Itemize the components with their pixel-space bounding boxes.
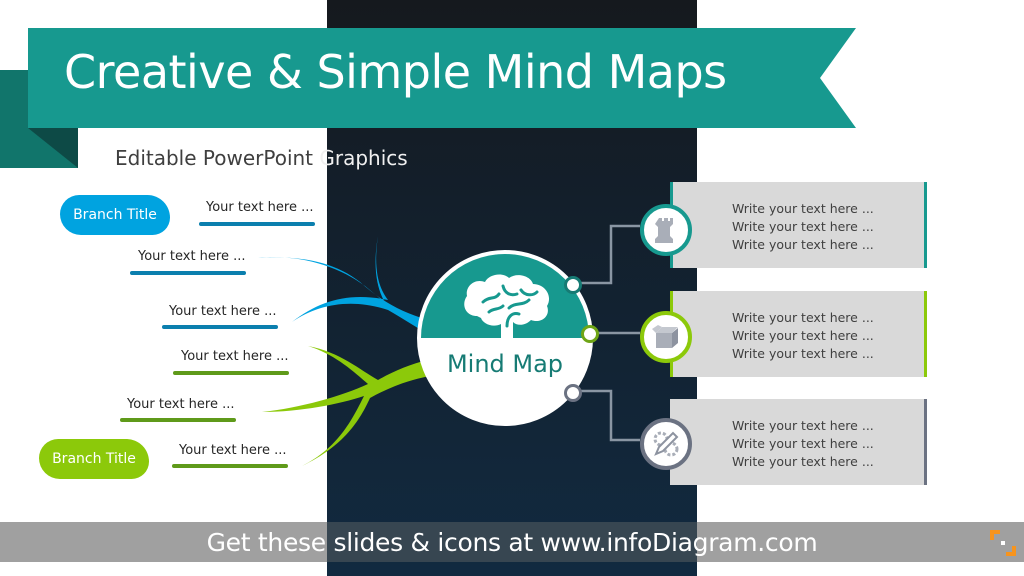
infodiagram-logo-icon[interactable] (990, 530, 1016, 556)
connector-1 (580, 224, 640, 285)
info-box-3[interactable]: Write your text here ... Write your text… (670, 399, 927, 485)
footer-promo-link[interactable]: Get these slides & icons at www.infoDiag… (0, 528, 1024, 557)
info-line: Write your text here ... (732, 346, 874, 361)
anchor-dot-teal (564, 276, 582, 294)
info-box-text: Write your text here ... Write your text… (732, 309, 874, 363)
open-box-icon (652, 325, 678, 348)
anchor-dot-green (581, 325, 599, 343)
chess-rook-icon (655, 218, 673, 243)
connector-3 (580, 389, 640, 442)
info-line: Write your text here ... (732, 328, 874, 343)
icon-circle-2 (640, 311, 692, 363)
icon-circle-3 (640, 418, 692, 470)
info-line: Write your text here ... (732, 201, 874, 216)
info-line: Write your text here ... (732, 237, 874, 252)
info-box-1[interactable]: Write your text here ... Write your text… (670, 182, 927, 268)
info-line: Write your text here ... (732, 219, 874, 234)
info-line: Write your text here ... (732, 418, 874, 433)
info-line: Write your text here ... (732, 436, 874, 451)
gear-pencil-icon (653, 431, 679, 457)
info-box-text: Write your text here ... Write your text… (732, 200, 874, 254)
info-line: Write your text here ... (732, 454, 874, 469)
info-box-2[interactable]: Write your text here ... Write your text… (670, 291, 927, 377)
icon-circle-1 (640, 204, 692, 256)
info-line: Write your text here ... (732, 310, 874, 325)
info-box-text: Write your text here ... Write your text… (732, 417, 874, 471)
brain-icon (464, 274, 550, 342)
central-node-label: Mind Map (446, 350, 564, 378)
anchor-dot-slate (564, 384, 582, 402)
